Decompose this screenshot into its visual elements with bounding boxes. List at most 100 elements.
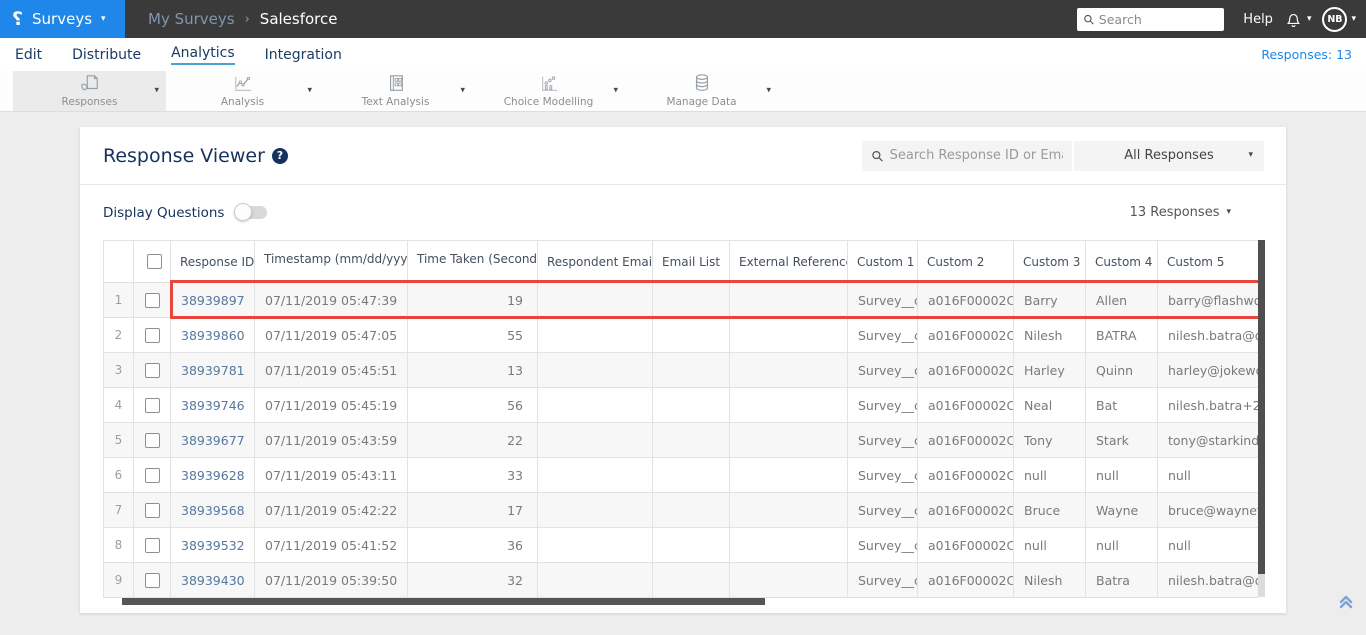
- toolbar-tab-text-analysis[interactable]: Text Analysis ▾: [319, 71, 472, 111]
- toolbar-tab-label: Manage Data: [666, 96, 737, 108]
- custom1-cell: Survey__c: [847, 282, 918, 318]
- caret-down-icon[interactable]: ▾: [307, 86, 312, 96]
- responses-count-dropdown[interactable]: 13 Responses ▾: [1130, 205, 1231, 220]
- row-checkbox[interactable]: [144, 397, 160, 413]
- num-cell: 5: [103, 422, 134, 458]
- row-checkbox[interactable]: [144, 537, 160, 553]
- custom3-cell: null: [1013, 457, 1086, 493]
- panel-controls: Display Questions 13 Responses ▾: [80, 185, 1286, 240]
- custom4-cell: Bat: [1085, 387, 1158, 423]
- custom2-cell: a016F00002CT2LX: [917, 422, 1014, 458]
- toolbar-tab-responses[interactable]: Responses ▾: [13, 71, 166, 111]
- time-taken-cell: 19: [407, 282, 538, 318]
- timestamp-cell: 07/11/2019 05:43:59: [254, 422, 408, 458]
- help-badge-icon[interactable]: ?: [271, 147, 288, 164]
- header-custom-2[interactable]: Custom 2: [917, 240, 1014, 283]
- checkbox-cell: [133, 387, 171, 423]
- help-link[interactable]: Help: [1243, 12, 1273, 27]
- global-search-input[interactable]: [1098, 11, 1219, 27]
- row-checkbox[interactable]: [144, 327, 160, 343]
- row-checkbox[interactable]: [144, 572, 160, 588]
- header-email-list[interactable]: Email List: [652, 240, 730, 283]
- response-id-cell[interactable]: 38939532: [170, 527, 255, 563]
- response-id-cell[interactable]: 38939568: [170, 492, 255, 528]
- response-id-cell[interactable]: 38939677: [170, 422, 255, 458]
- row-checkbox[interactable]: [144, 362, 160, 378]
- custom5-cell: barry@flashworld.: [1157, 282, 1259, 318]
- checkbox-cell: [133, 457, 171, 493]
- checkbox-cell: [133, 422, 171, 458]
- custom5-cell: bruce@waynetowe: [1157, 492, 1259, 528]
- custom2-cell: a016F00002CT2LX: [917, 457, 1014, 493]
- header-custom-3[interactable]: Custom 3: [1013, 240, 1086, 283]
- custom4-cell: Batra: [1085, 562, 1158, 598]
- response-id-cell[interactable]: 38939860: [170, 317, 255, 353]
- response-id-cell[interactable]: 38939746: [170, 387, 255, 423]
- table-row: 9 38939430 07/11/2019 05:39:50 32 Survey__c a…: [103, 562, 1259, 598]
- caret-down-icon[interactable]: ▾: [154, 86, 159, 96]
- response-search[interactable]: [862, 140, 1072, 171]
- custom2-cell: a016F00002CT2LS: [917, 492, 1014, 528]
- notifications-menu[interactable]: ▾: [1284, 10, 1311, 29]
- custom3-cell: Nilesh: [1013, 317, 1086, 353]
- timestamp-cell: 07/11/2019 05:45:19: [254, 387, 408, 423]
- breadcrumb-my-surveys[interactable]: My Surveys: [148, 10, 235, 28]
- row-checkbox[interactable]: [144, 502, 160, 518]
- custom1-cell: Survey__c: [847, 387, 918, 423]
- header-respondent-email[interactable]: Respondent Email: [537, 240, 653, 283]
- custom5-cell: null: [1157, 457, 1259, 493]
- header-custom-5[interactable]: Custom 5: [1157, 240, 1259, 283]
- toolbar-tab-manage-data[interactable]: Manage Data ▾: [625, 71, 778, 111]
- tab-edit[interactable]: Edit: [15, 47, 42, 63]
- caret-down-icon[interactable]: ▾: [460, 86, 465, 96]
- header-time-taken[interactable]: Time Taken (Seconds)▲▼: [407, 240, 538, 283]
- email-list-cell: [652, 457, 730, 493]
- header-custom-4[interactable]: Custom 4: [1085, 240, 1158, 283]
- caret-down-icon[interactable]: ▾: [766, 86, 771, 96]
- response-filter-dropdown[interactable]: All Responses ▾: [1074, 140, 1264, 171]
- header-external-reference[interactable]: External Reference: [729, 240, 848, 283]
- tab-analytics[interactable]: Analytics: [171, 45, 235, 65]
- table-header-row: Response ID▲ Timestamp (mm/dd/yyyy)▲▼ Ti…: [103, 240, 1259, 283]
- header-response-id[interactable]: Response ID▲: [170, 240, 255, 283]
- app-brand-menu[interactable]: ? Surveys ▾: [0, 0, 125, 38]
- header-custom-1[interactable]: Custom 1: [847, 240, 918, 283]
- select-all-checkbox[interactable]: [147, 254, 162, 269]
- row-checkbox[interactable]: [144, 432, 160, 448]
- horizontal-scrollbar[interactable]: [103, 598, 1265, 605]
- display-questions-toggle[interactable]: [234, 203, 268, 221]
- external-reference-cell: [729, 352, 848, 388]
- tab-distribute[interactable]: Distribute: [72, 47, 141, 63]
- avatar: NB: [1322, 6, 1348, 32]
- response-id-cell[interactable]: 38939897: [170, 282, 255, 318]
- response-id-cell[interactable]: 38939781: [170, 352, 255, 388]
- time-taken-cell: 17: [407, 492, 538, 528]
- respondent-email-cell: [537, 317, 653, 353]
- caret-down-icon[interactable]: ▾: [613, 86, 618, 96]
- global-search[interactable]: [1077, 7, 1225, 31]
- row-number-header: [103, 240, 134, 283]
- custom3-cell: Tony: [1013, 422, 1086, 458]
- response-id-cell[interactable]: 38939430: [170, 562, 255, 598]
- table-row: 3 38939781 07/11/2019 05:45:51 13 Survey__c a…: [103, 352, 1259, 388]
- account-menu[interactable]: NB ▾: [1322, 6, 1356, 32]
- response-search-input[interactable]: [889, 148, 1063, 163]
- vertical-scrollbar-thumb[interactable]: [1258, 240, 1265, 574]
- toolbar-tab-choice-modelling[interactable]: Choice Modelling ▾: [472, 71, 625, 111]
- response-id-cell[interactable]: 38939628: [170, 457, 255, 493]
- tab-integration[interactable]: Integration: [265, 47, 342, 63]
- caret-down-icon: ▾: [101, 13, 106, 24]
- toolbar-tab-analysis[interactable]: Analysis ▾: [166, 71, 319, 111]
- vertical-scrollbar[interactable]: [1258, 240, 1265, 597]
- horizontal-scrollbar-thumb[interactable]: [122, 598, 765, 605]
- scroll-to-top-button[interactable]: [1337, 593, 1355, 615]
- row-checkbox[interactable]: [144, 292, 160, 308]
- responses-count-link[interactable]: Responses: 13: [1261, 47, 1352, 62]
- response-viewer-panel: Response Viewer ? All Responses ▾ Displ: [80, 127, 1286, 613]
- toggle-knob: [234, 203, 253, 221]
- topbar-right-group: Help ▾ NB ▾: [1077, 6, 1366, 32]
- header-timestamp[interactable]: Timestamp (mm/dd/yyyy)▲▼: [254, 240, 408, 283]
- row-checkbox[interactable]: [144, 467, 160, 483]
- analysis-chart-icon: [232, 74, 254, 93]
- custom1-cell: Survey__c: [847, 562, 918, 598]
